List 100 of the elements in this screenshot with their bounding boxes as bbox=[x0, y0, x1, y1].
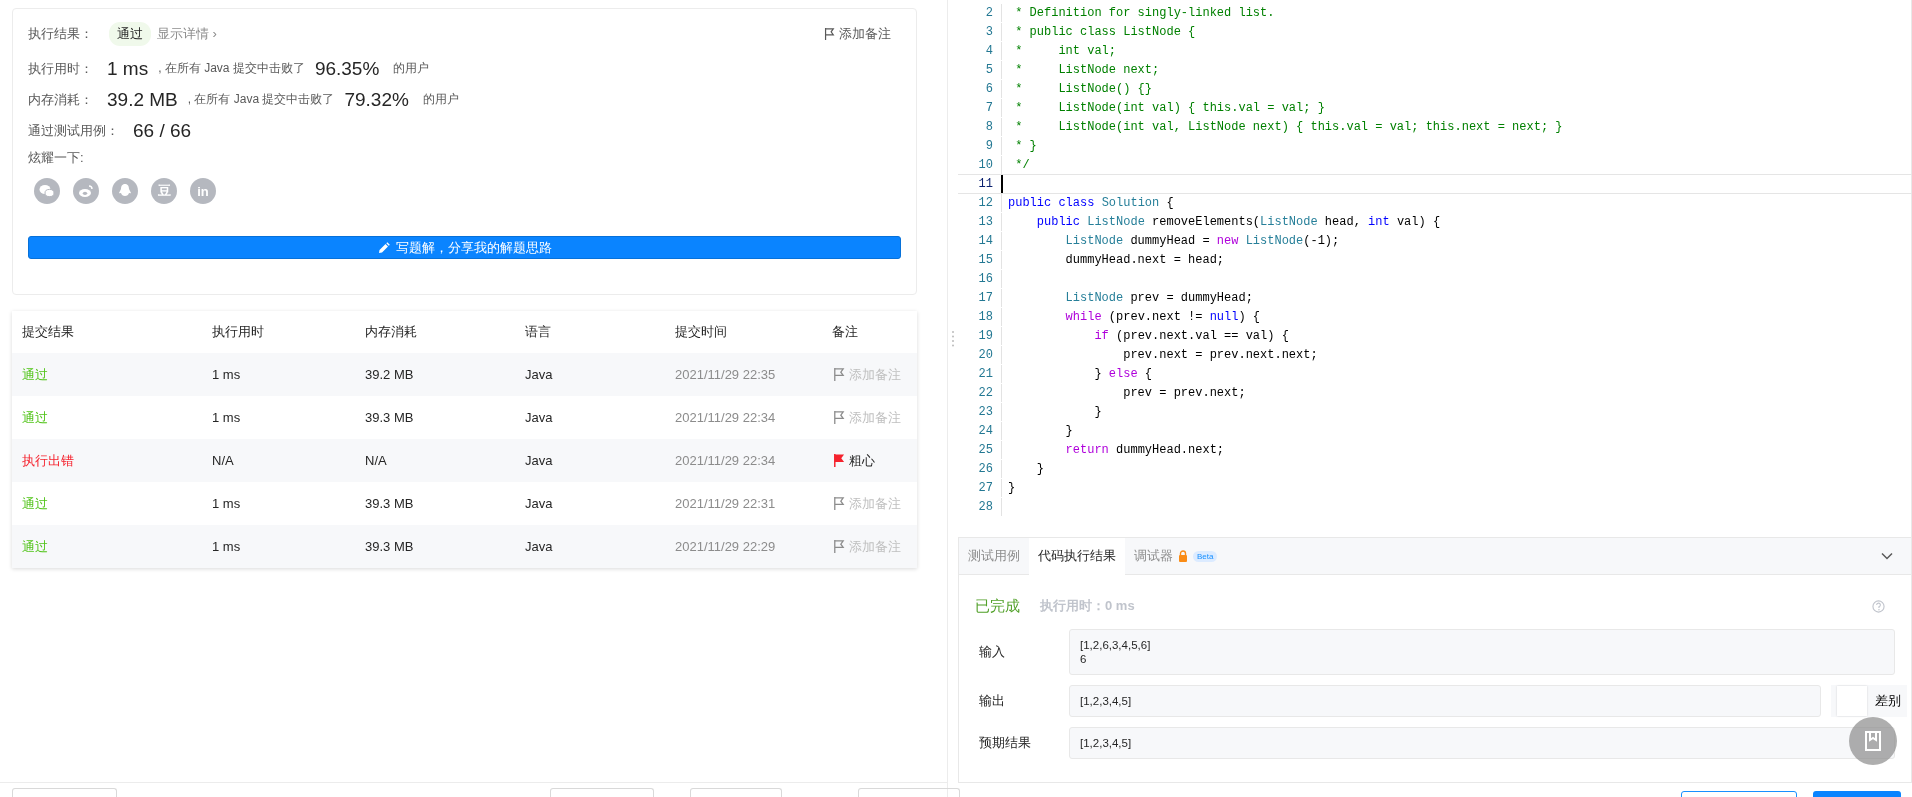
time-cell-text: 2021/11/29 22:34 bbox=[675, 453, 777, 468]
code-line: if (prev.next.val == val) { bbox=[1001, 327, 1289, 345]
line-number: 23 bbox=[977, 405, 994, 419]
line-number: 6 bbox=[984, 82, 994, 96]
memory-cell-text: N/A bbox=[365, 453, 388, 468]
line-number: 22 bbox=[977, 386, 994, 400]
code-line: prev = prev.next; bbox=[1001, 384, 1246, 402]
code-line: * public class ListNode { bbox=[1001, 23, 1196, 41]
code-line: * } bbox=[1001, 137, 1037, 155]
line-number: 21 bbox=[977, 367, 994, 381]
code-line: * int val; bbox=[1001, 42, 1117, 60]
line-number: 2 bbox=[984, 6, 994, 20]
language-cell-text: Java bbox=[525, 496, 554, 511]
status-cell[interactable]: 通过 bbox=[22, 408, 212, 427]
note-label[interactable]: 粗心 bbox=[832, 451, 917, 470]
add-note-button[interactable]: 添加备注 bbox=[832, 408, 917, 427]
add-note-button[interactable]: 添加备注 bbox=[832, 365, 917, 384]
line-number: 9 bbox=[984, 139, 994, 153]
line-number: 19 bbox=[977, 329, 994, 343]
status-cell[interactable]: 执行出错 bbox=[22, 451, 212, 470]
field-label: 预期结果 bbox=[979, 734, 1032, 752]
share-icon[interactable]: 豆 bbox=[151, 178, 177, 204]
code-line: * Definition for singly-linked list. bbox=[1001, 4, 1275, 22]
flag-icon bbox=[823, 27, 835, 41]
code-line: ListNode dummyHead = new ListNode(-1); bbox=[1001, 232, 1340, 250]
details-link[interactable]: 显示详情 › bbox=[157, 25, 217, 43]
memory-cell-text: 39.3 MB bbox=[365, 539, 415, 554]
penguin-icon[interactable] bbox=[112, 178, 138, 204]
write-solution-button[interactable]: 写题解，分享我的解题思路 bbox=[28, 236, 901, 259]
drag-handle-icon[interactable] bbox=[951, 330, 955, 348]
line-number: 5 bbox=[984, 63, 994, 77]
language-cell-text: Java bbox=[525, 453, 554, 468]
add-note-button[interactable]: 添加备注 bbox=[832, 494, 917, 513]
status-cell[interactable]: 通过 bbox=[22, 537, 212, 556]
line-number: 4 bbox=[984, 44, 994, 58]
runtime-cell-text: 1 ms bbox=[212, 367, 242, 382]
stat-percent: 79.32% bbox=[344, 88, 409, 111]
result-label: 执行结果： bbox=[28, 25, 93, 43]
share-icon[interactable]: in bbox=[190, 178, 216, 204]
line-number: 18 bbox=[977, 310, 994, 324]
code-line: } bbox=[1001, 403, 1102, 421]
add-note-button[interactable]: 添加备注 bbox=[832, 537, 917, 556]
swirl-icon[interactable] bbox=[73, 178, 99, 204]
line-number: 15 bbox=[977, 253, 994, 267]
column-header: 提交结果 bbox=[22, 323, 75, 341]
memory-cell-text: 39.3 MB bbox=[365, 496, 415, 511]
line-number: 17 bbox=[977, 291, 994, 305]
code-line: * ListNode(int val, ListNode next) { this.val = val; this.next = next; } bbox=[1001, 118, 1563, 136]
status-cell[interactable]: 通过 bbox=[22, 365, 212, 384]
stat-label: 内存消耗： bbox=[28, 90, 93, 109]
line-number: 27 bbox=[977, 481, 994, 495]
column-header: 内存消耗 bbox=[365, 323, 418, 341]
flag-icon bbox=[832, 410, 845, 425]
column-header: 执行用时 bbox=[212, 323, 265, 341]
line-number: 26 bbox=[977, 462, 994, 476]
line-number: 16 bbox=[977, 272, 994, 286]
stat-text: , 在所有 Java 提交中击败了 bbox=[187, 91, 335, 108]
code-line: return dummyHead.next; bbox=[1001, 441, 1225, 459]
language-cell-text: Java bbox=[525, 539, 554, 554]
code-line: } bbox=[1001, 479, 1016, 497]
diff-button[interactable]: 差别 bbox=[1831, 685, 1907, 717]
line-number: 28 bbox=[977, 500, 994, 514]
memory-cell-text: 39.2 MB bbox=[365, 367, 415, 382]
code-line: } bbox=[1001, 422, 1073, 440]
line-number: 7 bbox=[984, 101, 994, 115]
stat-value: 39.2 MB bbox=[107, 88, 178, 111]
flag-icon bbox=[832, 367, 845, 382]
chat-bubbles-icon[interactable] bbox=[34, 178, 60, 204]
field-label: 输入 bbox=[979, 643, 1006, 661]
floating-button[interactable] bbox=[1849, 717, 1897, 765]
language-cell-text: Java bbox=[525, 410, 554, 425]
runtime-cell-text: 1 ms bbox=[212, 410, 242, 425]
console-tab[interactable]: 代码执行结果 bbox=[1029, 538, 1125, 575]
line-number: 14 bbox=[977, 234, 994, 248]
chevron-down-icon[interactable] bbox=[1881, 552, 1893, 560]
code-line: */ bbox=[1001, 156, 1030, 174]
code-line: prev.next = prev.next.next; bbox=[1001, 346, 1318, 364]
time-cell-text: 2021/11/29 22:31 bbox=[675, 496, 777, 511]
flag-icon bbox=[832, 453, 845, 468]
code-line: * ListNode() {} bbox=[1001, 80, 1153, 98]
line-number: 3 bbox=[984, 25, 994, 39]
stat-text: , 在所有 Java 提交中击败了 bbox=[158, 60, 305, 77]
code-line: public ListNode removeElements(ListNode head, int val) { bbox=[1001, 213, 1441, 231]
line-number: 10 bbox=[977, 158, 994, 172]
line-number: 11 bbox=[977, 177, 994, 191]
time-cell-text: 2021/11/29 22:35 bbox=[675, 367, 777, 382]
line-number: 8 bbox=[984, 120, 994, 134]
console-tab[interactable]: 测试用例 bbox=[959, 538, 1029, 574]
help-icon[interactable] bbox=[1872, 599, 1885, 613]
runtime-cell-text: 1 ms bbox=[212, 496, 242, 511]
console-tab[interactable]: 调试器 Beta bbox=[1125, 538, 1227, 574]
status-cell[interactable]: 通过 bbox=[22, 494, 212, 513]
bookmark-icon bbox=[1863, 730, 1883, 752]
runtime-cell-text: N/A bbox=[212, 453, 235, 468]
pencil-icon bbox=[377, 241, 390, 254]
line-number: 20 bbox=[977, 348, 994, 362]
add-note-button[interactable]: 添加备注 bbox=[823, 25, 891, 43]
line-number: 13 bbox=[977, 215, 994, 229]
line-number: 25 bbox=[977, 443, 994, 457]
code-line: public class Solution { bbox=[1001, 194, 1174, 212]
